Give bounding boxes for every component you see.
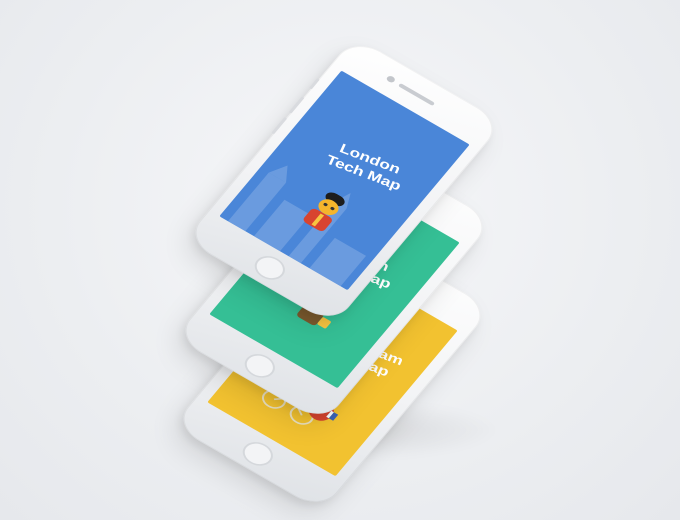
volume-up-button: [288, 96, 305, 114]
home-button: [239, 349, 281, 383]
earpiece-speaker: [397, 83, 436, 107]
home-button: [249, 251, 291, 285]
mockup-scene: Amsterdam Tech Map Munich: [0, 0, 680, 520]
mute-switch: [309, 78, 320, 90]
front-camera: [385, 74, 397, 84]
volume-down-button: [271, 116, 288, 135]
home-button: [237, 437, 279, 471]
